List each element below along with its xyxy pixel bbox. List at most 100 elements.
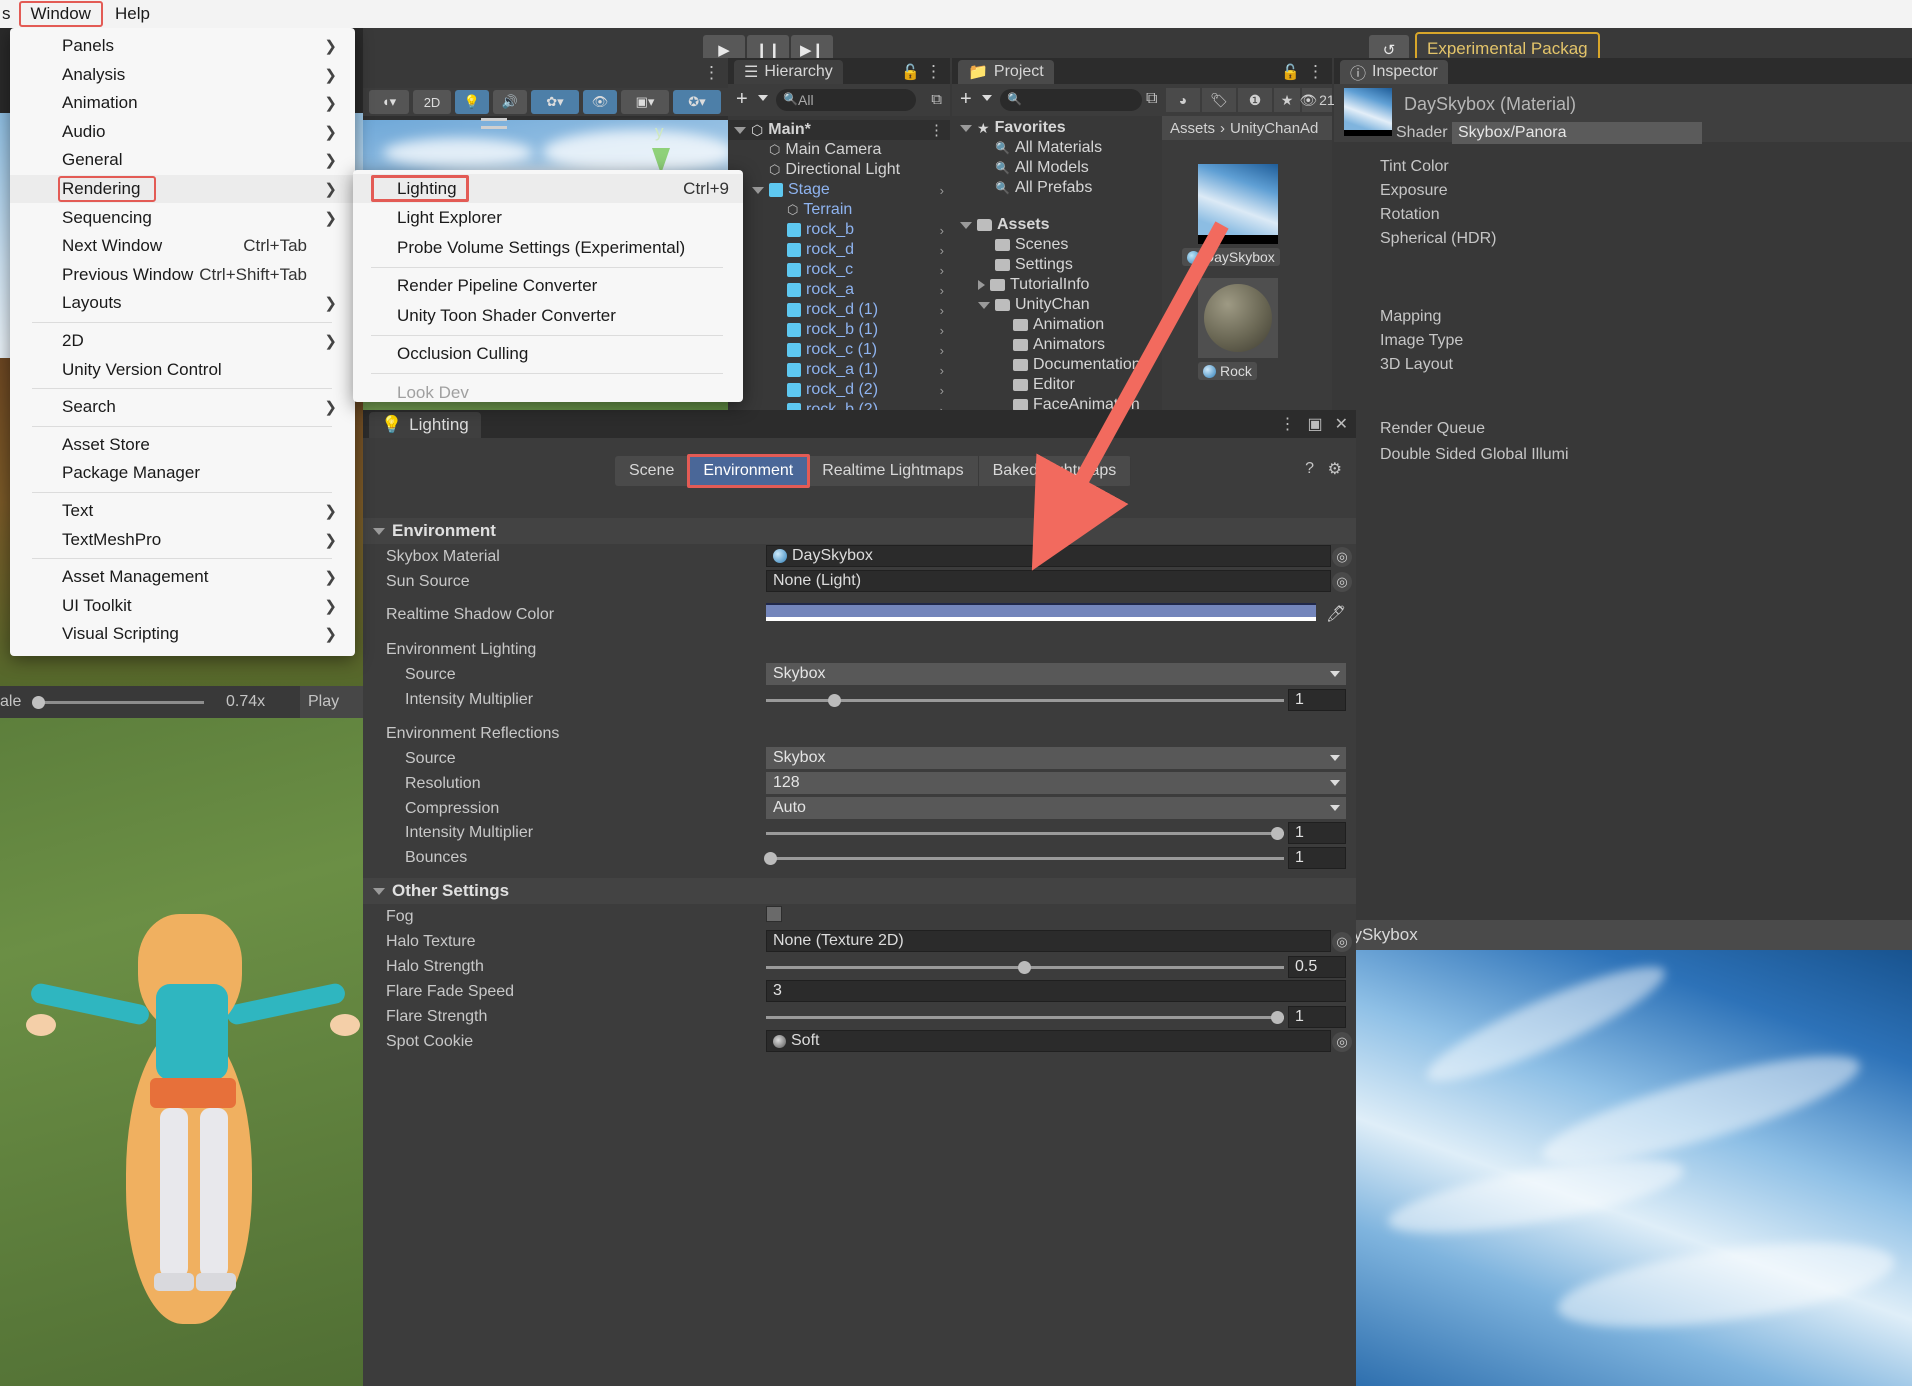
window-menu-item-animation[interactable]: Animation❯	[10, 89, 355, 117]
project-tree-item-settings[interactable]: Settings	[952, 255, 1162, 275]
lighting-window[interactable]: 💡 Lighting ⋮ ▣ ✕ ? ⚙ SceneEnvironmentRea…	[363, 410, 1356, 1386]
project-tree-item-animation[interactable]: Animation	[952, 315, 1162, 335]
env-refl-source-dropdown[interactable]: Skybox	[766, 747, 1346, 769]
asset-thumbnail-dayskybox[interactable]	[1198, 164, 1278, 244]
type-filter-icon[interactable]: ◕	[1166, 88, 1200, 112]
chevron-right-icon[interactable]: ›	[940, 263, 944, 278]
hierarchy-item-rock-c-1-[interactable]: rock_c (1)›	[728, 340, 950, 360]
close-icon[interactable]: ✕	[1335, 414, 1348, 434]
project-asset-grid[interactable]: Assets › UnityChanAd DaySkybox Rock	[1162, 116, 1332, 410]
game-scale-bar[interactable]: ale 0.74x Play	[0, 686, 363, 718]
lighting-tab-environment[interactable]: Environment	[689, 456, 808, 486]
project-tree-item-tutorialinfo[interactable]: TutorialInfo	[952, 275, 1162, 295]
project-kebab-icon[interactable]: ⋮	[1307, 62, 1324, 82]
window-menu-item-asset-store[interactable]: Asset Store	[10, 431, 355, 459]
halo-texture-picker-icon[interactable]: ◎	[1332, 932, 1352, 952]
project-tree-item-editor[interactable]: Editor	[952, 375, 1162, 395]
hierarchy-scene-kebab-icon[interactable]: ⋮	[929, 121, 944, 139]
menubar-item-window[interactable]: Window	[19, 1, 103, 27]
window-menu-item-audio[interactable]: Audio❯	[10, 118, 355, 146]
plus-dropdown-arrow[interactable]	[758, 95, 768, 101]
rendering-submenu-item-unity-toon-shader-converter[interactable]: Unity Toon Shader Converter	[353, 301, 743, 330]
hierarchy-item-rock-d-2-[interactable]: rock_d (2)›	[728, 380, 950, 400]
tab-inspector[interactable]: ⓘ Inspector	[1340, 60, 1448, 84]
lighting-subtabs[interactable]: SceneEnvironmentRealtime LightmapsBaked …	[615, 456, 1131, 486]
window-menu-item-unity-version-control[interactable]: Unity Version Control	[10, 356, 355, 384]
shader-dropdown[interactable]: Skybox/Panora	[1452, 122, 1702, 144]
expand-triangle-icon[interactable]	[752, 187, 764, 194]
chevron-right-icon[interactable]: ›	[940, 243, 944, 258]
hidden-icon[interactable]: 👁	[583, 90, 617, 114]
kebab-icon[interactable]: ⋮	[1279, 414, 1295, 434]
project-plus-dropdown-arrow[interactable]	[982, 95, 992, 101]
search-input[interactable]: 🔍 All	[776, 89, 916, 111]
env-refl-intensity-value[interactable]: 1	[1288, 822, 1346, 844]
lighting-window-controls[interactable]: ⋮ ▣ ✕	[1279, 414, 1348, 434]
hierarchy-item-rock-d[interactable]: rock_d›	[728, 240, 950, 260]
chevron-right-icon[interactable]: ›	[940, 303, 944, 318]
menubar-item-help[interactable]: Help	[103, 1, 162, 27]
skybox-material-picker-icon[interactable]: ◎	[1332, 547, 1352, 567]
flare-strength-value[interactable]: 1	[1288, 1006, 1346, 1028]
audio-icon[interactable]: 🔊	[493, 90, 527, 114]
hierarchy-panel[interactable]: ☰ Hierarchy 🔓 ⋮ + 🔍 All ⧉ ⬡Main*⋮⬡Main C…	[728, 58, 950, 410]
window-menu-item-2d[interactable]: 2D❯	[10, 327, 355, 355]
asset-thumbnail-rock[interactable]	[1198, 278, 1278, 358]
rendering-submenu-dropdown[interactable]: LightingCtrl+9Light ExplorerProbe Volume…	[353, 170, 743, 402]
project-expand-icon[interactable]: ⧉	[1146, 90, 1157, 108]
spot-cookie-field[interactable]: Soft ◎	[766, 1030, 1331, 1052]
window-menu-item-previous-window[interactable]: Previous WindowCtrl+Shift+Tab	[10, 261, 355, 289]
menu-bar[interactable]: s Window Help	[0, 0, 1912, 28]
env-lighting-source-dropdown[interactable]: Skybox	[766, 663, 1346, 685]
flare-fade-speed-value[interactable]: 3	[766, 980, 1346, 1002]
chevron-right-icon[interactable]: ›	[940, 323, 944, 338]
hierarchy-toolbar[interactable]: + 🔍 All ⧉	[728, 84, 950, 116]
camera-icon[interactable]: ▣▾	[621, 90, 669, 114]
window-menu-item-sequencing[interactable]: Sequencing❯	[10, 204, 355, 232]
hierarchy-item-main-camera[interactable]: ⬡Main Camera	[728, 140, 950, 160]
expand-triangle-icon[interactable]	[978, 302, 990, 309]
project-tree-item-favorites[interactable]: ★Favorites	[952, 118, 1162, 138]
sun-source-picker-icon[interactable]: ◎	[1332, 572, 1352, 592]
window-menu-item-panels[interactable]: Panels❯	[10, 32, 355, 60]
lighting-tab-baked-lightmaps[interactable]: Baked Lightmaps	[979, 456, 1132, 486]
skybox-material-field[interactable]: DaySkybox ◎	[766, 545, 1331, 567]
asset-label-dayskybox[interactable]: DaySkybox	[1182, 248, 1280, 266]
env-lighting-intensity-slider-track[interactable]	[766, 699, 1284, 702]
sphere-icon[interactable]: ◖▾	[369, 90, 409, 114]
play-focus-button[interactable]: Play	[300, 686, 363, 718]
scene-kebab-icon[interactable]: ⋮	[703, 63, 720, 83]
chevron-right-icon[interactable]: ›	[940, 343, 944, 358]
halo-texture-field[interactable]: None (Texture 2D) ◎	[766, 930, 1331, 952]
inspector-panel[interactable]: ⓘ Inspector DaySkybox (Material) Shader …	[1334, 58, 1912, 410]
window-menu-item-general[interactable]: General❯	[10, 146, 355, 174]
project-tree-item-all-prefabs[interactable]: 🔍All Prefabs	[952, 178, 1162, 198]
rendering-submenu-item-occlusion-culling[interactable]: Occlusion Culling	[353, 340, 743, 369]
window-menu-item-analysis[interactable]: Analysis❯	[10, 61, 355, 89]
env-refl-resolution-dropdown[interactable]: 128	[766, 772, 1346, 794]
project-tree-item-all-models[interactable]: 🔍All Models	[952, 158, 1162, 178]
breadcrumb-item-1[interactable]: UnityChanAd	[1230, 120, 1318, 137]
hierarchy-item-rock-a[interactable]: rock_a›	[728, 280, 950, 300]
sun-source-field[interactable]: None (Light) ◎	[766, 570, 1331, 592]
env-lighting-intensity-slider-knob[interactable]	[828, 694, 841, 707]
window-menu-item-search[interactable]: Search❯	[10, 393, 355, 421]
hierarchy-item-rock-b[interactable]: rock_b›	[728, 220, 950, 240]
env-refl-compression-dropdown[interactable]: Auto	[766, 797, 1346, 819]
window-menu-item-package-manager[interactable]: Package Manager	[10, 459, 355, 487]
collapse-triangle-icon[interactable]	[373, 888, 385, 895]
project-tree-item-documentation[interactable]: Documentation	[952, 355, 1162, 375]
scale-slider-track[interactable]	[36, 701, 204, 704]
fx-icon[interactable]: ✿▾	[531, 90, 579, 114]
chevron-right-icon[interactable]: ›	[940, 383, 944, 398]
asset-label-rock[interactable]: Rock	[1198, 362, 1257, 380]
other-settings-section-header[interactable]: Other Settings	[363, 878, 1356, 904]
halo-strength-value[interactable]: 0.5	[1288, 956, 1346, 978]
project-panel[interactable]: 📁 Project 🔓 ⋮ + 🔍 ⧉ ◕ 🏷 ❶ ★ 👁21 ★Favorit…	[952, 58, 1332, 410]
tab-project[interactable]: 📁 Project	[958, 60, 1054, 84]
tab-hierarchy[interactable]: ☰ Hierarchy	[734, 60, 843, 84]
label-filter-icon[interactable]: 🏷	[1202, 88, 1236, 112]
hierarchy-item-stage[interactable]: Stage›	[728, 180, 950, 200]
env-refl-intensity-slider-track[interactable]	[766, 832, 1284, 835]
window-menu-item-next-window[interactable]: Next WindowCtrl+Tab	[10, 232, 355, 260]
